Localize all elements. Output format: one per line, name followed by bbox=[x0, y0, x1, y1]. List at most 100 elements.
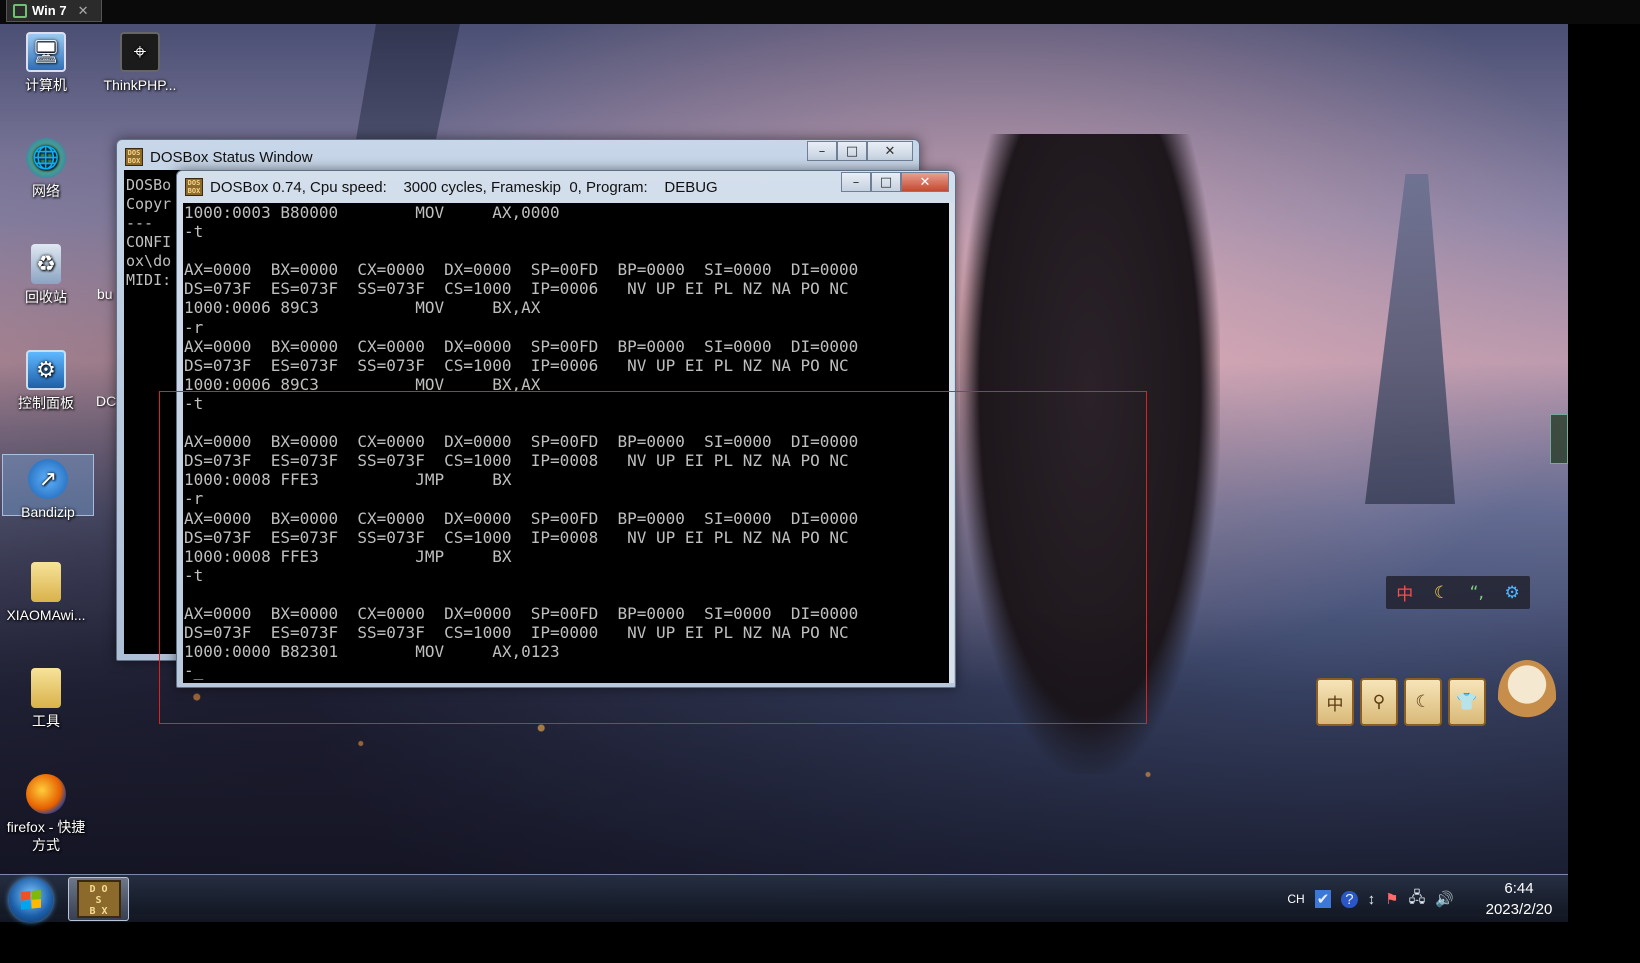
help-icon[interactable]: ? bbox=[1341, 890, 1358, 908]
desktop-icon-label: firefox - 快捷方式 bbox=[6, 819, 86, 853]
network-icon: 🌐 bbox=[26, 138, 66, 178]
desktop-icon-label: ThinkPHP... bbox=[103, 77, 177, 93]
desktop-partial-label-dc: DC bbox=[96, 393, 117, 409]
console-line: DS=073F ES=073F SS=073F CS=1000 IP=0008 … bbox=[184, 527, 849, 547]
desktop-icon-label: XIAOMAwi... bbox=[6, 607, 86, 623]
console-line: AX=0000 BX=0000 CX=0000 DX=0000 SP=00FD … bbox=[184, 508, 859, 528]
control-panel-icon: ⚙ bbox=[26, 350, 66, 390]
ime-chinese-mode-button[interactable]: 中 bbox=[1396, 580, 1413, 605]
clock-time: 6:44 bbox=[1504, 880, 1534, 897]
window-titlebar[interactable]: DOS BOX DOSBox 0.74, Cpu speed: 3000 cycl… bbox=[185, 176, 718, 198]
console-line: DS=073F ES=073F SS=073F CS=1000 IP=0006 … bbox=[184, 355, 849, 375]
vm-tab-label: Win 7 bbox=[32, 3, 67, 18]
console-line: AX=0000 BX=0000 CX=0000 DX=0000 SP=00FD … bbox=[184, 260, 859, 280]
maximize-button[interactable]: □ bbox=[837, 141, 867, 161]
clock[interactable]: 6:44 2023/2/20 bbox=[1478, 878, 1560, 920]
desktop-widget-row: 中 ⚲ ☾ 👕 bbox=[1316, 678, 1486, 726]
start-button[interactable] bbox=[9, 878, 53, 922]
desktop-icon-control-panel[interactable]: ⚙ 控制面板 bbox=[0, 350, 92, 412]
taskbar-dosbox-button[interactable]: D O S B X bbox=[68, 877, 129, 921]
desktop-icon-tools[interactable]: 工具 bbox=[0, 668, 92, 730]
console-line: AX=0000 BX=0000 CX=0000 DX=0000 SP=00FD … bbox=[184, 336, 859, 356]
action-center-flag-icon[interactable]: ⚑ bbox=[1385, 890, 1398, 908]
desktop-icon-label: 回收站 bbox=[25, 289, 67, 305]
vm-tab-close-icon[interactable]: ✕ bbox=[78, 3, 89, 19]
console-line: AX=0000 BX=0000 CX=0000 DX=0000 SP=00FD … bbox=[184, 432, 859, 452]
console-line: 1000:0000 B82301 MOV AX,0123 bbox=[184, 642, 560, 662]
console-line: DS=073F ES=073F SS=073F CS=1000 IP=0008 … bbox=[184, 451, 849, 471]
console-line: DS=073F ES=073F SS=073F CS=1000 IP=0000 … bbox=[184, 623, 849, 643]
console-line: 1000:0008 FFE3 JMP BX bbox=[184, 470, 512, 490]
console-line: -r bbox=[184, 489, 204, 509]
widget-shirt-card[interactable]: 👕 bbox=[1448, 678, 1486, 726]
console-line: -t bbox=[184, 565, 204, 585]
console-line: DS=073F ES=073F SS=073F CS=1000 IP=0006 … bbox=[184, 279, 849, 299]
console-line: 1000:0008 FFE3 JMP BX bbox=[184, 546, 512, 566]
ime-toolbar: 中 ☾ “, ⚙ bbox=[1386, 576, 1530, 609]
desktop-icon-computer[interactable]: 🖥 计算机 bbox=[0, 32, 92, 94]
wallpaper-tower-shape bbox=[1365, 174, 1455, 504]
desktop-icon-bandizip[interactable]: ↗ Bandizip bbox=[2, 454, 94, 520]
computer-icon: 🖥 bbox=[26, 32, 66, 72]
desktop-icon-label: Bandizip bbox=[21, 504, 75, 520]
firefox-icon bbox=[26, 774, 66, 814]
window-edge bbox=[949, 203, 954, 683]
desktop-icon-firefox[interactable]: firefox - 快捷方式 bbox=[0, 774, 92, 854]
console-line: -t bbox=[184, 393, 204, 413]
desktop-icon-recycle-bin[interactable]: ♻ 回收站 bbox=[0, 244, 92, 306]
taskbar: D O S B X CH ✔ ? ↕ ⚑ 🖧 🔊 6:44 2023/2/20 bbox=[0, 874, 1568, 922]
side-panel-handle[interactable] bbox=[1550, 414, 1568, 464]
widget-search-card[interactable]: ⚲ bbox=[1360, 678, 1398, 726]
dosbox-icon: D O S B X bbox=[76, 880, 121, 918]
maximize-button[interactable]: □ bbox=[871, 172, 901, 192]
desktop-icon-network[interactable]: 🌐 网络 bbox=[0, 138, 92, 200]
widget-chinese-card[interactable]: 中 bbox=[1316, 678, 1354, 726]
console-line: AX=0000 BX=0000 CX=0000 DX=0000 SP=00FD … bbox=[184, 603, 859, 623]
show-hidden-icons-icon[interactable]: ↕ bbox=[1368, 891, 1376, 908]
dosbox-window[interactable]: DOS BOX DOSBox 0.74, Cpu speed: 3000 cycl… bbox=[176, 170, 956, 688]
status-line: --- bbox=[126, 214, 154, 232]
clock-date: 2023/2/20 bbox=[1485, 901, 1553, 918]
recycle-bin-icon: ♻ bbox=[31, 244, 61, 284]
desktop-icon-label: 工具 bbox=[32, 713, 60, 729]
check-icon[interactable]: ✔ bbox=[1314, 890, 1332, 908]
thinkphp-icon: ⌖ bbox=[120, 32, 160, 72]
caption-buttons: – □ ✕ bbox=[807, 141, 913, 161]
desktop-icon-xiaoma[interactable]: XIAOMAwi... bbox=[0, 562, 92, 624]
console-line: 1000:0006 89C3 MOV BX,AX bbox=[184, 374, 541, 394]
vm-icon bbox=[13, 3, 27, 18]
vm-tab-bar: Win 7 ✕ bbox=[0, 0, 1640, 24]
status-line: Copyr bbox=[126, 195, 172, 213]
ime-settings-gear-icon[interactable]: ⚙ bbox=[1504, 583, 1519, 603]
window-title: DOSBox 0.74, Cpu speed: 3000 cycles, Fra… bbox=[210, 178, 718, 196]
console-line: 1000:0006 89C3 MOV BX,AX bbox=[184, 298, 541, 318]
status-line: ox\do bbox=[126, 252, 172, 270]
network-tray-icon[interactable]: 🖧 bbox=[1409, 887, 1426, 912]
windows-logo-icon bbox=[21, 889, 41, 911]
minimize-button[interactable]: – bbox=[807, 141, 837, 161]
console-line: -t bbox=[184, 222, 204, 242]
vm-tab-win7[interactable]: Win 7 ✕ bbox=[6, 0, 102, 22]
console-line: 1000:0003 B80000 MOV AX,0000 bbox=[184, 203, 560, 222]
volume-icon[interactable]: 🔊 bbox=[1435, 890, 1454, 908]
desktop-partial-label-bu: bu bbox=[97, 286, 113, 302]
widget-moon-card[interactable]: ☾ bbox=[1404, 678, 1442, 726]
minimize-button[interactable]: – bbox=[841, 172, 871, 192]
language-indicator[interactable]: CH bbox=[1287, 892, 1304, 906]
console-line: -_ bbox=[184, 661, 204, 681]
close-button[interactable]: ✕ bbox=[867, 141, 913, 161]
vm-right-margin bbox=[1568, 24, 1640, 963]
mascot-icon[interactable] bbox=[1498, 660, 1556, 730]
status-line: CONFI bbox=[126, 233, 172, 251]
close-button[interactable]: ✕ bbox=[901, 172, 949, 192]
ime-halfwidth-moon-icon[interactable]: ☾ bbox=[1434, 583, 1449, 603]
desktop-icon-label: 控制面板 bbox=[18, 395, 74, 411]
dos-console[interactable]: 1000:0003 B80000 MOV AX,0000 -t AX=0000 BX… bbox=[183, 203, 949, 683]
window-titlebar[interactable]: DOS BOX DOSBox Status Window bbox=[125, 146, 313, 168]
ime-punctuation-icon[interactable]: “, bbox=[1470, 583, 1484, 603]
desktop-icon-thinkphp[interactable]: ⌖ ThinkPHP... bbox=[94, 32, 186, 94]
desktop-icon-label: 计算机 bbox=[25, 77, 67, 93]
bandizip-icon: ↗ bbox=[28, 459, 68, 499]
